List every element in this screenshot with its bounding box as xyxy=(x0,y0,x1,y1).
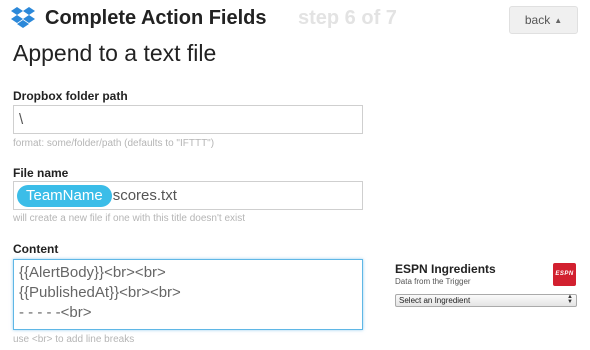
content-textarea[interactable]: {{AlertBody}}<br><br> {{PublishedAt}}<br… xyxy=(13,259,363,330)
content-hint: use <br> to add line breaks xyxy=(13,334,135,345)
select-arrows-icon: ▲ ▼ xyxy=(567,294,573,305)
file-name-label: File name xyxy=(13,166,69,180)
file-name-value: scores.txt xyxy=(112,187,177,204)
dropbox-icon xyxy=(11,7,35,28)
file-name-hint: will create a new file if one with this … xyxy=(13,213,246,224)
back-button-label: back xyxy=(524,13,551,27)
header: Complete Action Fields step 6 of 7 back ▲ xyxy=(0,0,590,40)
page-title: Complete Action Fields xyxy=(45,7,267,29)
back-button[interactable]: back ▲ xyxy=(509,6,578,34)
step-indicator: step 6 of 7 xyxy=(298,7,397,29)
content-label: Content xyxy=(13,242,59,256)
ingredient-token[interactable]: TeamName xyxy=(17,185,112,207)
folder-path-input[interactable]: \ xyxy=(13,105,363,134)
content-line: {{PublishedAt}}<br><br> xyxy=(19,284,181,301)
content-line: - - - - -<br> xyxy=(19,304,92,321)
ingredient-select-value: Select an Ingredient xyxy=(399,296,471,305)
folder-path-value: \ xyxy=(19,111,24,128)
caret-up-icon: ▲ xyxy=(554,16,563,25)
content-line: {{AlertBody}}<br><br> xyxy=(19,264,166,281)
folder-path-hint: format: some/folder/path (defaults to "I… xyxy=(13,138,215,149)
ingredient-select[interactable]: Select an Ingredient ▲ ▼ xyxy=(395,294,577,307)
espn-logo: ESPN xyxy=(553,263,576,286)
file-name-input[interactable]: TeamName scores.txt xyxy=(13,181,363,210)
action-title: Append to a text file xyxy=(13,40,217,66)
ingredients-subtitle: Data from the Trigger xyxy=(395,277,471,286)
folder-path-label: Dropbox folder path xyxy=(13,89,128,103)
ingredients-title: ESPN Ingredients xyxy=(395,262,496,276)
